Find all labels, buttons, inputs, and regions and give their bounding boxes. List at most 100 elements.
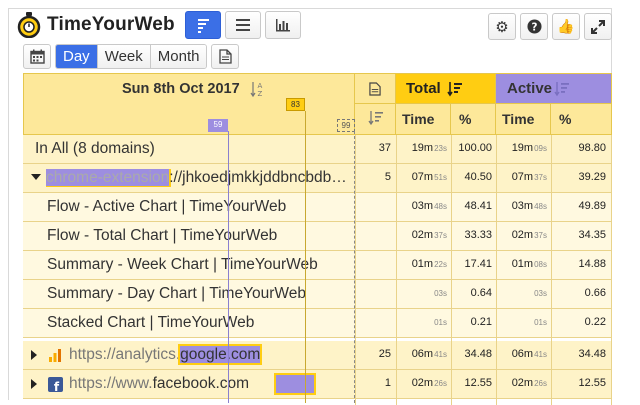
svg-text:A: A — [258, 82, 263, 90]
sort-desc-icon — [368, 111, 383, 126]
expand-caret-icon[interactable] — [31, 379, 37, 389]
svg-text:Z: Z — [258, 90, 263, 98]
active-seconds: 48s — [534, 202, 547, 211]
total-time: 02m37s — [396, 229, 447, 241]
like-button[interactable]: 👍 — [552, 13, 580, 40]
total-time: 03m48s — [396, 200, 447, 212]
period-toolbar: Day Week Month — [23, 44, 240, 69]
active-minutes: 03m — [511, 200, 534, 212]
expand-button[interactable] — [584, 13, 612, 40]
table-row[interactable]: Flow - Active Chart | TimeYourWeb 03m48s… — [23, 193, 612, 222]
row-label: https://analytics.google.com — [69, 346, 261, 364]
total-header[interactable]: Total — [396, 73, 496, 104]
table-row[interactable]: Summary - Week Chart | TimeYourWeb 01m22… — [23, 251, 612, 280]
table-view-button[interactable] — [184, 11, 221, 39]
column-divider — [611, 135, 612, 405]
column-divider — [396, 135, 397, 405]
active-label: Active — [507, 80, 553, 97]
list-view-button[interactable] — [224, 11, 261, 39]
column-divider — [551, 135, 552, 405]
scale-tick-99: 99 — [337, 119, 355, 132]
total-pct: 12.55 — [464, 377, 492, 389]
chart-view-button[interactable] — [264, 11, 301, 39]
facebook-favicon-icon: f — [48, 377, 63, 392]
active-pct: 39.29 — [578, 171, 606, 183]
domain-name: google.com — [180, 346, 261, 363]
active-time-label: Time — [502, 111, 535, 127]
total-minutes: 19m — [411, 142, 434, 154]
active-pct: 98.80 — [578, 142, 606, 154]
active-seconds: 09s — [534, 144, 547, 153]
calendar-button[interactable] — [23, 44, 51, 69]
table-row[interactable]: Summary - Day Chart | TimeYourWeb 03s 0.… — [23, 280, 612, 309]
row-label: Flow - Active Chart | TimeYourWeb — [47, 198, 287, 215]
total-pct: 100.00 — [458, 142, 492, 154]
calendar-icon — [29, 49, 45, 64]
period-month-button[interactable]: Month — [150, 45, 207, 68]
total-seconds: 01s — [434, 318, 447, 327]
total-pct: 34.48 — [464, 348, 492, 360]
stopwatch-logo-icon — [17, 12, 41, 38]
active-time: 01m08s — [496, 258, 547, 270]
total-pct: 33.33 — [464, 229, 492, 241]
total-seconds: 26s — [434, 379, 447, 388]
help-button[interactable]: ? — [520, 13, 548, 40]
table-row[interactable]: In All (8 domains) 37 19m23s 100.00 19m0… — [23, 135, 612, 164]
row-label: In All (8 domains) — [35, 140, 155, 157]
top-bar: TimeYourWeb — [17, 9, 305, 41]
sort-alpha-icon[interactable]: AZ — [250, 81, 264, 98]
table-body: In All (8 domains) 37 19m23s 100.00 19m0… — [23, 135, 612, 405]
active-time-header[interactable]: Time — [496, 104, 551, 135]
active-seconds: 37s — [534, 173, 547, 182]
total-pct-label: % — [459, 111, 472, 127]
table-row[interactable]: Flow - Total Chart | TimeYourWeb 02m37s … — [23, 222, 612, 251]
app-title: TimeYourWeb — [47, 14, 175, 35]
period-day-button[interactable]: Day — [56, 45, 98, 68]
total-time-header[interactable]: Time — [396, 104, 451, 135]
count-header[interactable] — [355, 73, 396, 104]
sort-desc-icon — [554, 82, 569, 97]
domain-prefix: https://www. — [69, 375, 153, 392]
count-sort-header[interactable] — [355, 104, 396, 135]
table-row[interactable]: https://analytics.google.com 25 06m41s 3… — [23, 341, 612, 370]
total-time: 06m41s — [396, 348, 447, 360]
active-pct: 0.66 — [584, 287, 606, 299]
active-pct-label: % — [559, 111, 572, 127]
active-pct: 34.48 — [578, 348, 606, 360]
collapse-caret-icon[interactable] — [31, 174, 41, 180]
row-label: Summary - Week Chart | TimeYourWeb — [47, 256, 318, 273]
total-seconds: 37s — [434, 231, 447, 240]
svg-text:f: f — [54, 380, 60, 392]
active-pct-header[interactable]: % — [551, 104, 612, 135]
column-divider — [355, 135, 356, 405]
gear-icon: ⚙ — [495, 18, 509, 36]
settings-button[interactable]: ⚙ — [488, 13, 516, 40]
table-row[interactable]: Stacked Chart | TimeYourWeb 01s 0.21 01s… — [23, 309, 612, 338]
stats-table: Sun 8th Oct 2017 AZ 59 83 99 Total Activ… — [23, 73, 612, 405]
total-minutes: 07m — [411, 171, 434, 183]
total-time: 07m51s — [396, 171, 447, 183]
sort-desc-icon — [447, 82, 462, 97]
export-button[interactable] — [211, 44, 240, 69]
active-time: 07m37s — [496, 171, 547, 183]
total-pct: 40.50 — [464, 171, 492, 183]
active-header[interactable]: Active — [496, 73, 612, 104]
active-minutes: 06m — [511, 348, 534, 360]
active-pct: 34.35 — [578, 229, 606, 241]
domain-name: facebook.com — [152, 375, 250, 392]
total-label: Total — [406, 80, 441, 97]
total-pct-header[interactable]: % — [451, 104, 496, 135]
svg-text:?: ? — [531, 21, 537, 33]
scale-line-99 — [354, 131, 355, 403]
analytics-favicon-icon — [49, 349, 61, 362]
active-minutes: 02m — [511, 229, 534, 241]
expand-caret-icon[interactable] — [31, 350, 37, 360]
total-seconds: 48s — [434, 202, 447, 211]
total-time: 19m23s — [396, 142, 447, 154]
row-label: https://www.facebook.com — [69, 375, 249, 393]
period-week-button[interactable]: Week — [97, 45, 151, 68]
total-minutes: 02m — [411, 229, 434, 241]
table-row[interactable]: chrome-extension://jhkoedjmkkjddbncbdb… … — [23, 164, 612, 193]
total-minutes: 02m — [411, 377, 434, 389]
table-row[interactable]: f https://www.facebook.com 1 02m26s 12.5… — [23, 370, 612, 399]
